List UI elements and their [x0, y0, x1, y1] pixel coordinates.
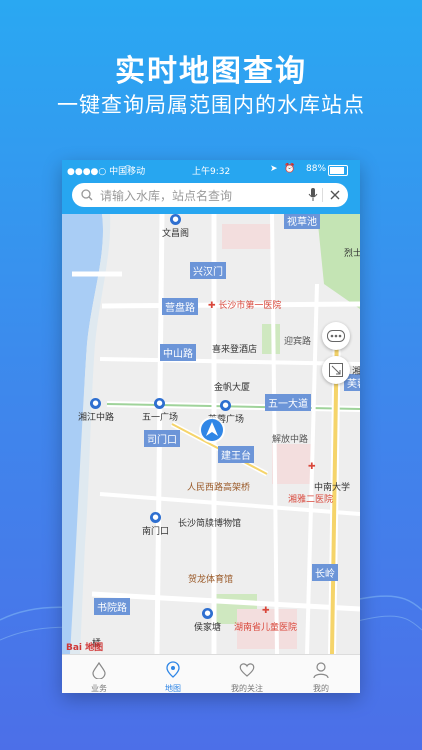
road-label: 司门口	[144, 430, 180, 447]
carrier: ●●●●○ 中国移动	[67, 167, 146, 177]
hospital-label: 湖南省儿童医院	[234, 623, 298, 633]
map-pin-icon	[166, 661, 180, 678]
road-label: 五一大道	[265, 394, 311, 411]
place-label: 南门口	[142, 527, 170, 537]
park-label: 视草池	[284, 214, 320, 229]
map-view[interactable]: 视草池 兴汉门 营盘路 中山路 五一大道 司门口 建王台 书院路 长岭 迎宾路 …	[62, 214, 360, 654]
road-label: 书院路	[94, 598, 130, 615]
clock: 上午9:32	[192, 167, 231, 177]
place-label: 贺龙体育馆	[188, 575, 234, 585]
metro-icon: ●	[202, 608, 213, 619]
place-label: 五一广场	[142, 413, 179, 423]
tab-label: 业务	[91, 684, 107, 693]
road-label: 营盘路	[162, 298, 198, 315]
road-label: 中山路	[160, 344, 196, 361]
expand-icon	[329, 363, 343, 377]
metro-icon: ●	[170, 214, 181, 225]
place-label: 湘	[352, 367, 360, 377]
hospital-icon: ✚	[308, 462, 316, 472]
user-icon	[313, 662, 329, 679]
metro-icon: ●	[154, 398, 165, 409]
tab-profile[interactable]: 我的	[284, 655, 358, 693]
road-label: 长岭	[312, 564, 338, 581]
tab-bar: 业务 地图 我的关注 我的	[62, 654, 360, 693]
tab-map[interactable]: 地图	[136, 655, 210, 693]
tab-business[interactable]: 业务	[62, 655, 136, 693]
tab-label: 我的关注	[231, 684, 263, 693]
battery-percent: 88%	[306, 164, 327, 174]
place-label: 金帆大厦	[214, 383, 251, 393]
battery-icon	[328, 165, 348, 176]
road-label: 建王台	[218, 446, 254, 463]
metro-icon: ●	[90, 398, 101, 409]
road-label: 解放中路	[272, 435, 309, 445]
promo-headline: 实时地图查询	[115, 54, 307, 89]
place-label: 侯家塘	[194, 623, 222, 633]
wifi-icon: ◠	[124, 164, 132, 174]
hospital-label: 湘雅二医院	[288, 495, 334, 505]
current-location-marker	[199, 417, 225, 443]
place-label: 湘江中路	[78, 413, 115, 423]
search-box	[72, 183, 348, 207]
tab-favorites[interactable]: 我的关注	[210, 655, 284, 693]
place-label: 喜来登酒店	[212, 345, 258, 355]
place-label: 长沙简牍博物馆	[178, 519, 242, 529]
hospital-icon: ✚	[262, 606, 270, 616]
tab-label: 地图	[165, 684, 181, 693]
place-label: 烈士	[344, 249, 360, 259]
search-icon	[81, 189, 93, 201]
microphone-icon[interactable]	[308, 188, 318, 202]
alarm-icon: ⏰	[284, 164, 296, 174]
status-bar: ●●●●○ 中国移动 ◠ 上午9:32 ➤ ⏰ 88%	[62, 160, 360, 180]
metro-icon: ●	[220, 400, 231, 411]
baidu-logo: Bai 地图	[66, 643, 104, 653]
phone-screen: ●●●●○ 中国移动 ◠ 上午9:32 ➤ ⏰ 88% 请输入水库，站点名查询 …	[62, 160, 360, 693]
road-label: 迎宾路	[284, 337, 312, 347]
heart-icon	[239, 663, 255, 677]
water-drop-icon	[92, 661, 106, 679]
place-label: 文昌阁	[162, 229, 190, 239]
metro-icon: ●	[150, 512, 161, 523]
search-bar	[62, 180, 360, 214]
more-icon	[327, 330, 345, 342]
promo-subline: 一键查询局属范围内的水库站点	[57, 93, 365, 117]
search-input[interactable]	[98, 185, 302, 207]
map-layers-button[interactable]	[322, 322, 350, 350]
clear-icon[interactable]	[330, 190, 340, 200]
place-label: 人民西路高架桥	[187, 483, 251, 493]
tab-label: 我的	[313, 684, 329, 693]
location-icon: ➤	[270, 164, 278, 174]
zoom-to-fit-button[interactable]	[322, 356, 350, 384]
hospital-label: ✚ 长沙市第一医院	[208, 301, 282, 311]
search-divider	[322, 188, 323, 202]
road-label: 兴汉门	[190, 262, 226, 279]
